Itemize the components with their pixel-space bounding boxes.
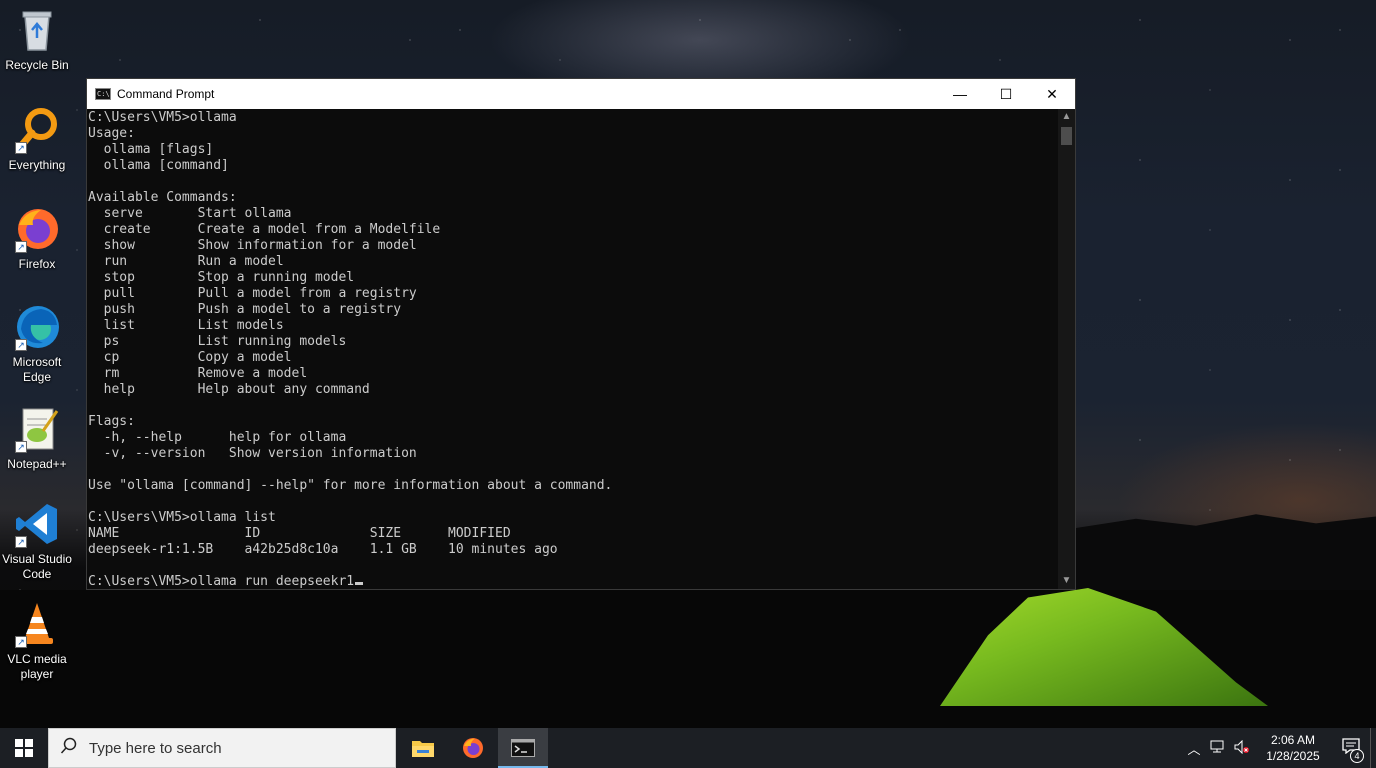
notification-count-badge: 4 <box>1350 748 1364 763</box>
volume-muted-icon[interactable] <box>1230 739 1254 757</box>
system-tray: ︿ 2:06 AM 1/28/2025 4 <box>1182 728 1376 768</box>
desktop-icon-vscode[interactable]: ↗ Visual Studio Code <box>0 500 74 582</box>
chevron-up-icon[interactable]: ︿ <box>1182 739 1206 758</box>
shortcut-arrow-icon: ↗ <box>15 241 27 253</box>
everything-search-icon: ↗ <box>13 106 61 154</box>
command-prompt-icon: C:\ <box>95 88 111 100</box>
console-line: run Run a model <box>88 254 284 269</box>
console-line: Use "ollama [command] --help" for more i… <box>88 478 613 493</box>
clock-date: 1/28/2025 <box>1266 749 1320 763</box>
desktop-icon-label: Recycle Bin <box>5 58 69 72</box>
desktop-icon-label: VLC media player <box>7 652 67 681</box>
desktop-icon-notepadpp[interactable]: ↗ Notepad++ <box>0 405 74 472</box>
console-line: deepseek-r1:1.5B a42b25d8c10a 1.1 GB 10 … <box>88 542 558 557</box>
console-line: show Show information for a model <box>88 238 417 253</box>
desktop-icon-vlc[interactable]: ↗ VLC media player <box>0 600 74 682</box>
console-line: Usage: <box>88 126 135 141</box>
desktop-icon-firefox[interactable]: ↗ Firefox <box>0 205 74 272</box>
notifications-button[interactable]: 4 <box>1332 737 1370 763</box>
console-line: -h, --help help for ollama <box>88 430 347 445</box>
command-prompt-window[interactable]: C:\ Command Prompt — ☐ ✕ C:\Users\VM5>ol… <box>86 78 1076 590</box>
console-line: ollama [command] <box>88 158 229 173</box>
network-icon[interactable] <box>1206 740 1230 757</box>
console-line: C:\Users\VM5>ollama list <box>88 510 276 525</box>
console-line: pull Pull a model from a registry <box>88 286 417 301</box>
notepadpp-icon: ↗ <box>13 405 61 453</box>
console-line: rm Remove a model <box>88 366 308 381</box>
desktop-icon-label: Visual Studio Code <box>2 552 72 581</box>
console-line: create Create a model from a Modelfile <box>88 222 441 237</box>
windows-logo-icon <box>15 739 33 757</box>
console-current-command: C:\Users\VM5>ollama run deepseekr1 <box>88 574 355 589</box>
console-line: Available Commands: <box>88 190 237 205</box>
shortcut-arrow-icon: ↗ <box>15 142 27 154</box>
console-line: -v, --version Show version information <box>88 446 417 461</box>
scroll-down-arrow-icon[interactable]: ▼ <box>1058 573 1075 589</box>
desktop-icon-everything[interactable]: ↗ Everything <box>0 106 74 173</box>
window-titlebar[interactable]: C:\ Command Prompt — ☐ ✕ <box>87 79 1075 109</box>
start-button[interactable] <box>0 728 48 768</box>
console-line: NAME ID SIZE MODIFIED <box>88 526 511 541</box>
taskbar-search-box[interactable]: Type here to search <box>48 728 396 768</box>
console-line: ps List running models <box>88 334 347 349</box>
console-lines: C:\Users\VM5>ollama Usage: ollama [flags]… <box>88 110 1058 574</box>
console-prompt-line[interactable]: C:\Users\VM5>ollama run deepseekr1 <box>88 574 1058 589</box>
console-output[interactable]: C:\Users\VM5>ollama Usage: ollama [flags]… <box>87 109 1058 589</box>
scroll-up-arrow-icon[interactable]: ▲ <box>1058 109 1075 125</box>
taskbar-firefox[interactable] <box>448 728 498 768</box>
maximize-button[interactable]: ☐ <box>983 79 1029 109</box>
taskbar: Type here to search ︿ 2:06 AM 1/28/2025 … <box>0 728 1376 768</box>
console-line: stop Stop a running model <box>88 270 355 285</box>
taskbar-command-prompt[interactable] <box>498 728 548 768</box>
shortcut-arrow-icon: ↗ <box>15 339 27 351</box>
console-line: ollama [flags] <box>88 142 214 157</box>
vlc-icon: ↗ <box>13 600 61 648</box>
close-button[interactable]: ✕ <box>1029 79 1075 109</box>
desktop-icon-label: Microsoft Edge <box>12 355 62 384</box>
taskbar-clock[interactable]: 2:06 AM 1/28/2025 <box>1254 732 1332 764</box>
console-line: cp Copy a model <box>88 350 292 365</box>
minimize-button[interactable]: — <box>937 79 983 109</box>
console-line: Flags: <box>88 414 135 429</box>
console-line: list List models <box>88 318 284 333</box>
file-explorer-icon <box>412 741 434 757</box>
edge-icon: ↗ <box>13 303 61 351</box>
shortcut-arrow-icon: ↗ <box>15 536 27 548</box>
console-line: C:\Users\VM5>ollama <box>88 110 237 125</box>
desktop-icon-label: Notepad++ <box>7 457 67 471</box>
desktop-icon-edge[interactable]: ↗ Microsoft Edge <box>0 303 74 385</box>
console-line: serve Start ollama <box>88 206 292 221</box>
shortcut-arrow-icon: ↗ <box>15 636 27 648</box>
desktop-icon-label: Everything <box>8 158 66 172</box>
clock-time: 2:06 AM <box>1270 733 1316 747</box>
scroll-thumb[interactable] <box>1061 127 1072 145</box>
text-cursor <box>355 582 364 585</box>
show-desktop-button[interactable] <box>1370 728 1376 768</box>
firefox-icon <box>463 738 483 758</box>
search-placeholder: Type here to search <box>89 739 222 757</box>
window-title: Command Prompt <box>117 87 215 101</box>
shortcut-arrow-icon: ↗ <box>15 441 27 453</box>
desktop-icon-label: Firefox <box>18 257 56 271</box>
firefox-icon: ↗ <box>13 205 61 253</box>
command-prompt-icon <box>511 739 535 757</box>
desktop-icon-recycle-bin[interactable]: Recycle Bin <box>0 6 74 73</box>
recycle-bin-icon <box>13 6 61 54</box>
console-line: push Push a model to a registry <box>88 302 402 317</box>
vertical-scrollbar[interactable]: ▲ ▼ <box>1058 109 1075 589</box>
console-line: help Help about any command <box>88 382 370 397</box>
vscode-icon: ↗ <box>13 500 61 548</box>
search-icon <box>49 737 89 760</box>
taskbar-file-explorer[interactable] <box>398 728 448 768</box>
